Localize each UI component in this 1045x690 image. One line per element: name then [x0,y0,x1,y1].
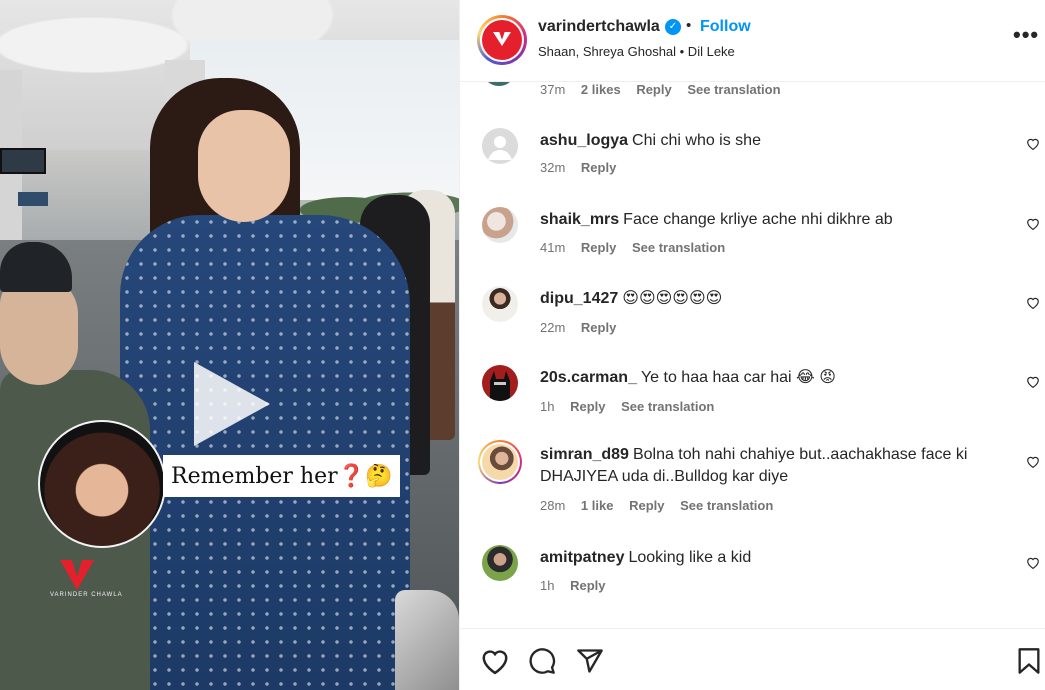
header-username[interactable]: varindertchawla [538,18,660,36]
see-translation-button[interactable]: See translation [632,240,725,255]
overlay-caption: Remember her❓🤔 [163,455,401,497]
reply-button[interactable]: Reply [581,240,616,255]
reply-button[interactable]: Reply [570,578,605,593]
post-header: varindertchawla ✓ • Follow Shaan, Shreya… [460,0,1045,82]
comment-username[interactable]: 20s.carman_ [540,369,637,386]
comment-text: amitpatney Looking like a kid [540,547,990,569]
comment-username[interactable]: simran_d89 [540,446,629,463]
comment-meta: 37m 2 likes Reply See translation [540,82,793,97]
reply-button[interactable]: Reply [629,498,664,513]
reply-button[interactable]: Reply [636,82,671,97]
handbag [395,590,459,690]
comment-username[interactable]: shaik_mrs [540,211,619,228]
woman-face [198,110,290,222]
batman-avatar[interactable] [482,365,518,401]
avatar[interactable] [482,82,516,86]
audio-track-link[interactable]: Shaan, Shreya Ghoshal • Dil Leke [538,44,735,59]
likes-count[interactable]: 1 like [581,498,614,513]
comment-meta: 41m Reply See translation [540,240,737,255]
comment-time: 37m [540,82,566,97]
comment-body: Face change krliye ache nhi dikhre ab [623,211,893,228]
comment-time: 1h [540,578,555,593]
woman-outfit [120,215,410,690]
comment-time: 1h [540,399,555,414]
post-sidebar: varindertchawla ✓ • Follow Shaan, Shreya… [459,0,1045,690]
comment-meta: 1h Reply See translation [540,399,726,414]
default-avatar[interactable] [482,128,518,164]
like-heart-icon[interactable] [480,647,510,675]
comment-meta: 28m 1 like Reply See translation [540,498,785,513]
comment-meta: 32m Reply [540,160,628,175]
comment-body: Looking like a kid [628,549,752,566]
story-avatar[interactable] [478,440,522,484]
comment-text: ashu_logya Chi chi who is she [540,130,990,152]
inset-portrait [38,420,166,548]
see-translation-button[interactable]: See translation [621,399,714,414]
follow-button[interactable]: Follow [700,18,751,36]
comment-username[interactable]: ashu_logya [540,132,628,149]
comment-time: 22m [540,320,566,335]
heart-icon[interactable] [1026,217,1040,230]
comment-time: 41m [540,240,566,255]
comment-text: 20s.carman_ Ye to haa haa car hai 😂 😡 [540,367,990,389]
see-translation-button[interactable]: See translation [680,498,773,513]
heart-icon[interactable] [1026,137,1040,150]
heart-icon[interactable] [1026,556,1040,569]
heart-icon[interactable] [1026,296,1040,309]
comment-time: 28m [540,498,566,513]
share-icon[interactable] [576,647,604,675]
comment-body: 😍😍😍😍😍😍 [622,290,723,307]
comment-username[interactable]: dipu_1427 [540,290,618,307]
avatar-border [480,18,524,62]
photo-avatar[interactable] [482,207,518,243]
comments-list[interactable]: 37m 2 likes Reply See translation ashu_l… [460,82,1045,628]
separator-dot: • [686,17,692,34]
comment-text: dipu_1427 😍😍😍😍😍😍 [540,288,990,310]
play-icon[interactable] [194,362,270,446]
airport-sign [0,148,46,174]
photo-avatar[interactable] [482,286,518,322]
verified-badge-icon: ✓ [665,19,681,35]
comment-meta: 22m Reply [540,320,628,335]
action-bar [460,628,1045,690]
photo-avatar[interactable] [482,545,518,581]
brand-logo-icon [482,20,522,60]
watermark-text: VARINDER CHAWLA [50,592,123,598]
reel-video[interactable]: Remember her❓🤔 VARINDER CHAWLA [0,0,459,690]
heart-icon[interactable] [1026,375,1040,388]
heart-icon[interactable] [1026,455,1040,468]
comment-time: 32m [540,160,566,175]
comment-icon[interactable] [528,647,556,675]
comment-text: simran_d89 Bolna toh nahi chahiye but..aa… [540,444,990,488]
reply-button[interactable]: Reply [581,320,616,335]
profile-avatar[interactable] [477,15,527,65]
comment-body: Chi chi who is she [632,132,761,149]
see-translation-button[interactable]: See translation [687,82,780,97]
reply-button[interactable]: Reply [581,160,616,175]
reply-button[interactable]: Reply [570,399,605,414]
more-options-icon[interactable]: ••• [1013,22,1039,48]
comment-body: Ye to haa haa car hai 😂 😡 [640,369,836,386]
airport-sign [18,192,48,206]
likes-count[interactable]: 2 likes [581,82,621,97]
comment-text: shaik_mrs Face change krliye ache nhi dik… [540,209,990,231]
comment-meta: 1h Reply [540,578,618,593]
comment-username[interactable]: amitpatney [540,549,624,566]
bookmark-icon[interactable] [1017,647,1041,675]
